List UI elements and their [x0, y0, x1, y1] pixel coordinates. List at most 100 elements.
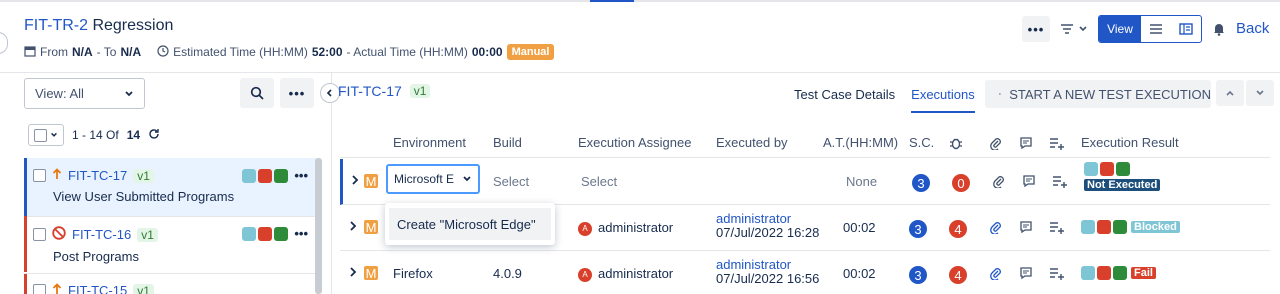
test-case-item[interactable]: FIT-TC-16 v1 Post Programs ••• [24, 216, 316, 272]
steps-count-badge: 3 [909, 220, 927, 238]
test-case-checkbox[interactable] [33, 169, 46, 182]
column-execution-result: Execution Result [1081, 135, 1179, 150]
from-value: N/A [72, 45, 93, 59]
test-run-meta: From N/A - To N/A Estimated Time (HH:MM)… [24, 44, 555, 60]
attachment-icon[interactable] [992, 174, 1004, 191]
tab-test-case-details[interactable]: Test Case Details [794, 87, 895, 113]
clock-icon [157, 44, 169, 60]
add-list-icon[interactable] [1049, 266, 1065, 283]
back-label: Back [1236, 20, 1270, 37]
start-button-label: START A NEW TEST EXECUTION [1009, 86, 1211, 102]
executions-table-header: Environment Build Execution Assignee Exe… [340, 118, 1270, 158]
create-environment-option[interactable]: Create "Microsoft Edge" [389, 208, 551, 240]
panel-divider [331, 73, 332, 294]
view-filter-select[interactable]: View: All [24, 78, 145, 109]
defects-count-badge[interactable]: 4 [949, 220, 967, 238]
split-view-button[interactable] [1171, 16, 1201, 42]
executed-by-user[interactable]: administrator [716, 212, 819, 226]
tab-executions[interactable]: Executions [911, 87, 975, 113]
test-case-checkbox[interactable] [33, 228, 46, 241]
to-label: - To [96, 45, 117, 59]
actual-time-value: None [846, 174, 878, 189]
environment-select[interactable]: Microsoft E [386, 164, 480, 194]
test-case-item[interactable]: FIT-TC-17 v1 View User Submitted Program… [24, 158, 316, 216]
defects-count-badge[interactable]: 4 [949, 266, 967, 284]
chevron-right-icon[interactable] [349, 219, 357, 234]
search-button[interactable] [240, 78, 274, 108]
status-swatches: ••• [242, 226, 308, 241]
attachment-icon[interactable] [989, 220, 1001, 237]
test-case-key[interactable]: FIT-TC-15 [68, 283, 127, 294]
header-divider [0, 72, 1280, 73]
collapse-sidebar-button[interactable] [320, 83, 340, 103]
test-case-item[interactable]: FIT-TC-15 v1 [24, 274, 316, 294]
sidebar-more-button[interactable]: ••• [280, 78, 314, 108]
left-collapse-handle[interactable] [0, 32, 8, 54]
environment-dropdown: Create "Microsoft Edge" [385, 203, 555, 245]
version-badge: v1 [133, 283, 154, 294]
chevron-left-icon [326, 89, 332, 97]
executed-by-user[interactable]: administrator [716, 258, 819, 272]
chevron-right-icon[interactable] [349, 265, 357, 280]
back-button[interactable]: Back [1212, 20, 1269, 37]
comment-icon[interactable] [1019, 220, 1033, 237]
chevron-down-icon [463, 176, 471, 182]
chevron-down-icon [1256, 90, 1264, 96]
build-value[interactable]: 4.0.9 [493, 266, 522, 281]
select-all-checkbox[interactable] [33, 128, 47, 142]
list-view-button[interactable] [1141, 16, 1171, 42]
test-case-key[interactable]: FIT-TC-16 [72, 227, 131, 242]
chevron-right-icon[interactable] [351, 173, 359, 188]
expand-up-button[interactable] [1216, 80, 1244, 106]
manual-badge: Manual [506, 44, 555, 60]
view-toggle-group: View [1098, 15, 1202, 43]
item-more-button[interactable]: ••• [294, 226, 308, 241]
start-new-execution-button[interactable]: START A NEW TEST EXECUTION [985, 80, 1211, 108]
test-case-name: Post Programs [53, 249, 139, 264]
actual-time-value: 00:00 [471, 45, 503, 59]
execution-result[interactable]: Blocked [1081, 220, 1180, 234]
filter-dropdown-button[interactable] [1054, 16, 1094, 42]
test-case-key[interactable]: FIT-TC-17 [68, 168, 127, 183]
defects-count-badge[interactable]: 0 [952, 174, 970, 192]
execution-row[interactable]: M Firefox 4.0.9 Aadministrator administr… [340, 251, 1270, 294]
build-select[interactable]: Select [493, 174, 529, 189]
item-more-button[interactable]: ••• [294, 168, 308, 183]
search-icon [250, 86, 264, 100]
test-run-key[interactable]: FIT-TR-2 [24, 17, 88, 34]
split-view-icon [1179, 23, 1193, 35]
top-progress-mark [590, 0, 634, 2]
comment-icon[interactable] [1022, 174, 1036, 191]
add-list-icon[interactable] [1052, 174, 1068, 191]
pager-total: 14 [126, 128, 141, 142]
avatar: A [578, 267, 592, 282]
environment-value[interactable]: Firefox [393, 266, 433, 281]
execution-result[interactable]: Not Executed [1084, 162, 1161, 191]
more-actions-button[interactable]: ••• [1022, 16, 1050, 42]
steps-count-badge: 3 [909, 266, 927, 284]
column-actual-time: A.T.(HH:MM) [823, 135, 899, 150]
assignee-select[interactable]: Select [581, 174, 617, 189]
steps-count-badge: 3 [912, 174, 930, 192]
refresh-icon[interactable] [148, 128, 160, 143]
test-case-checkbox[interactable] [33, 284, 46, 294]
column-executed-by: Executed by [716, 135, 788, 150]
test-case-header: FIT-TC-17 v1 [338, 83, 431, 99]
execution-result[interactable]: Fail [1081, 266, 1156, 280]
actual-time-label: - Actual Time (HH:MM) [346, 45, 468, 59]
status-badge: Blocked [1131, 221, 1180, 233]
environment-input-value[interactable]: Microsoft E [394, 172, 454, 186]
expand-down-button[interactable] [1246, 80, 1274, 106]
add-list-icon[interactable] [1049, 220, 1065, 237]
executed-at: 07/Jul/2022 16:56 [716, 271, 820, 286]
bulk-select-dropdown[interactable] [28, 124, 64, 146]
to-value: N/A [120, 45, 142, 59]
blocked-priority-icon [52, 226, 66, 243]
pagination: 1 - 14 Of 14 [28, 124, 160, 146]
executed-by: administrator 07/Jul/2022 16:56 [716, 258, 819, 286]
attachment-icon[interactable] [989, 266, 1001, 283]
sidebar-scrollbar[interactable] [315, 158, 322, 294]
comment-icon[interactable] [1019, 266, 1033, 283]
view-button[interactable]: View [1099, 16, 1141, 42]
selected-test-case-key[interactable]: FIT-TC-17 [338, 83, 402, 99]
